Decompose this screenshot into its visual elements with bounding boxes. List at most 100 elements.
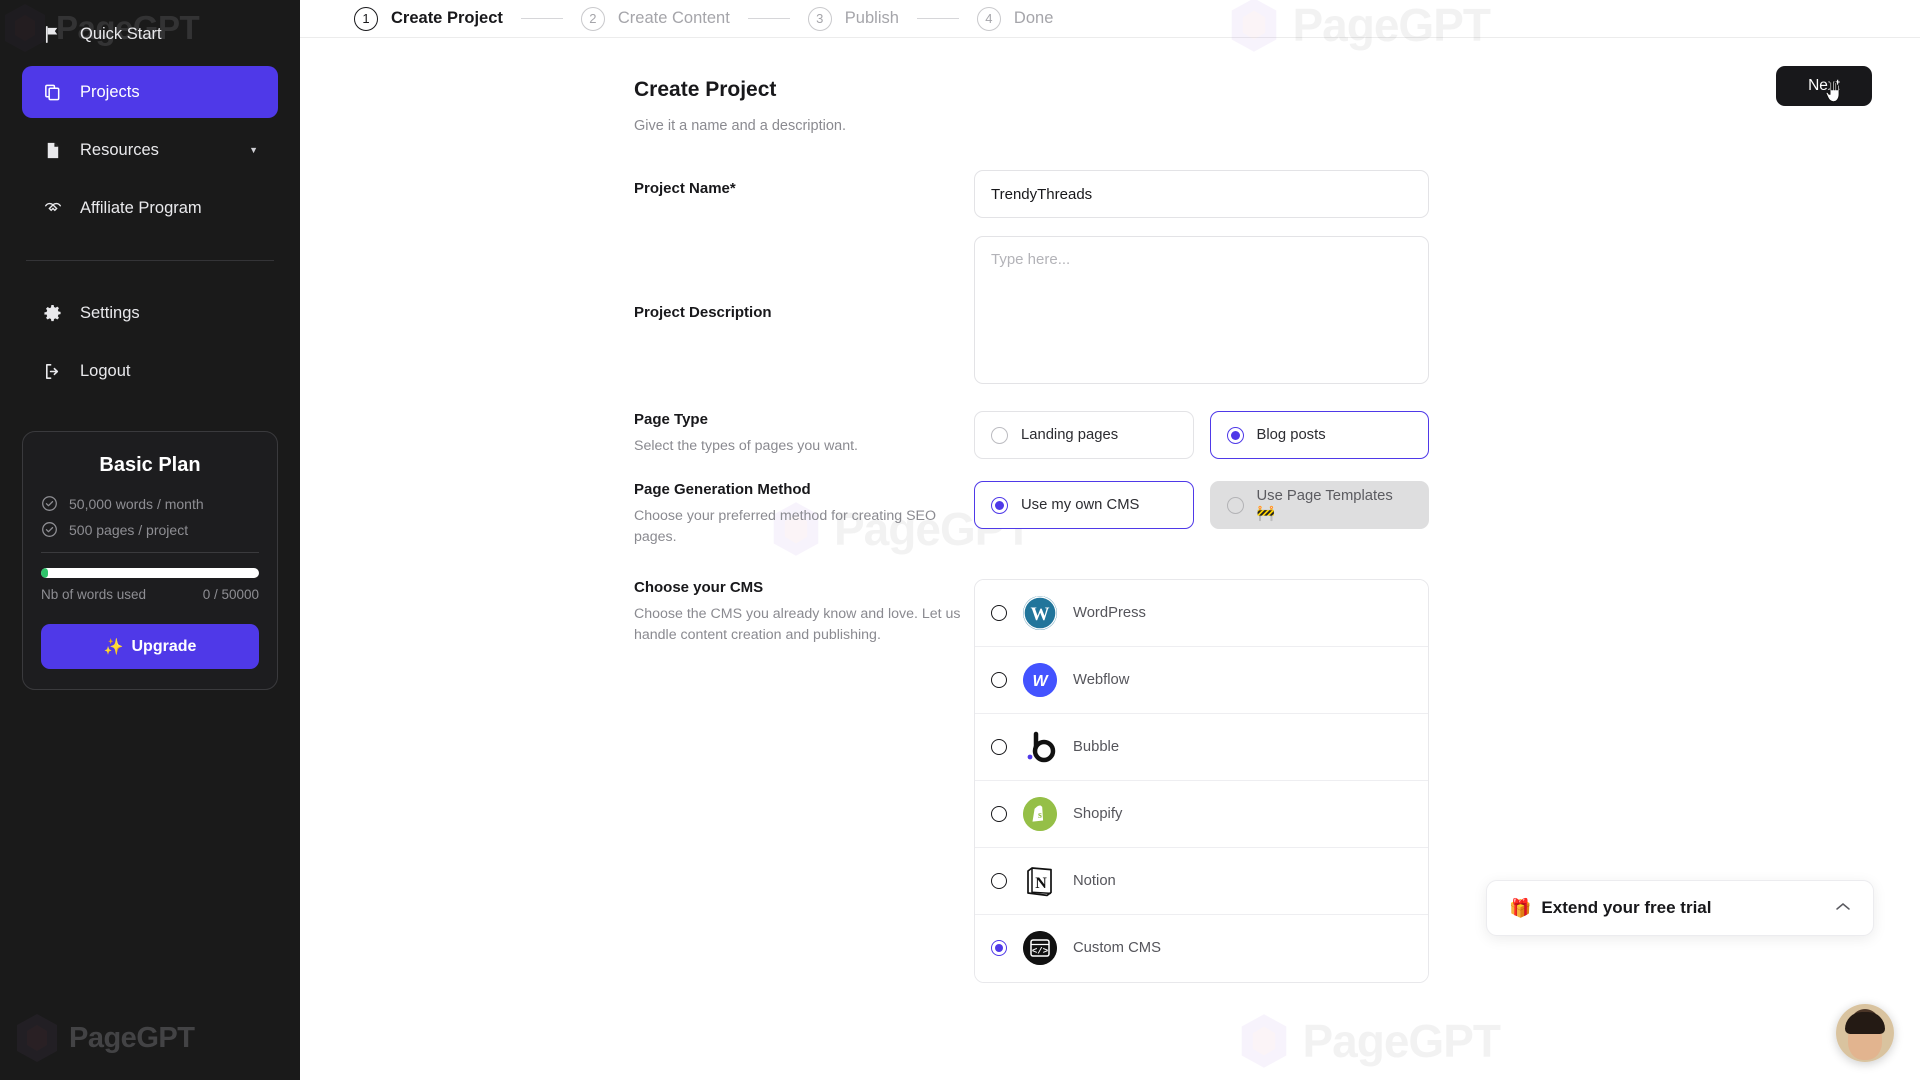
- step-done[interactable]: 4 Done: [976, 6, 1054, 31]
- main-content: PageGPT PageGPT PageGPT 1 Create Project: [300, 0, 1920, 1080]
- sidebar-item-label: Quick Start: [80, 24, 162, 43]
- field-label-block: Page Type Select the types of pages you …: [634, 411, 974, 457]
- chevron-up-icon[interactable]: [1835, 899, 1851, 917]
- cms-option-label: Shopify: [1073, 805, 1123, 822]
- cms-option-custom-cms[interactable]: </> Custom CMS: [975, 914, 1428, 982]
- page-type-option-landing-pages[interactable]: Landing pages: [974, 411, 1194, 459]
- plan-title: Basic Plan: [99, 454, 201, 476]
- step-connector: [520, 18, 563, 19]
- step-publish[interactable]: 3 Publish: [807, 6, 899, 31]
- radio-icon-selected[interactable]: [1226, 426, 1244, 444]
- sidebar-item-label: Resources: [80, 140, 159, 159]
- cms-option-notion[interactable]: N Notion: [975, 847, 1428, 915]
- field-control: Landing pages Blog posts: [974, 411, 1429, 459]
- cms-option-label: WordPress: [1073, 604, 1146, 621]
- cms-option-shopify[interactable]: s Shopify: [975, 780, 1428, 848]
- step-number: 2: [580, 6, 605, 31]
- sidebar-item-logout[interactable]: Logout: [22, 345, 278, 397]
- next-button[interactable]: Next: [1776, 66, 1872, 106]
- wordpress-logo-icon: W: [1023, 595, 1057, 630]
- words-usage-row: Nb of words used 0 / 50000: [41, 587, 259, 602]
- generation-method-description: Choose your preferred method for creatin…: [634, 508, 937, 546]
- plan-feature-label: 50,000 words / month: [69, 495, 204, 512]
- option-label: Landing pages: [1021, 427, 1119, 443]
- cms-option-wordpress[interactable]: W WordPress: [975, 579, 1428, 647]
- sidebar-nav: Quick Start Projects Resources ▼ Affilia…: [22, 8, 278, 397]
- sidebar: PageGPT Quick Start Projects Resources ▼…: [0, 0, 300, 1080]
- step-create-content[interactable]: 2 Create Content: [580, 6, 730, 31]
- step-connector: [916, 18, 959, 19]
- radio-icon[interactable]: [991, 805, 1007, 822]
- step-number: 3: [807, 6, 832, 31]
- field-control: Use my own CMS Use Page Templates 🚧: [974, 481, 1429, 529]
- page-subtitle: Give it a name and a description.: [634, 118, 846, 134]
- radio-icon-selected[interactable]: [991, 940, 1007, 957]
- field-label-block: Project Name*: [634, 170, 974, 197]
- notion-logo-icon: N: [1023, 864, 1057, 898]
- webflow-logo-icon: W: [1023, 662, 1057, 697]
- radio-icon[interactable]: [991, 872, 1007, 889]
- sidebar-item-label: Settings: [80, 303, 140, 322]
- choose-cms-label: Choose your CMS: [634, 578, 764, 596]
- cms-option-list: W WordPress W Webflow Bubble s Shopify N…: [974, 578, 1429, 983]
- step-label: Create Content: [617, 9, 730, 27]
- watermark-text: PageGPT: [1302, 1015, 1501, 1067]
- field-row-project-description: Project Description: [634, 236, 1920, 389]
- project-name-input[interactable]: [974, 170, 1429, 218]
- sidebar-item-projects[interactable]: Projects: [22, 66, 278, 118]
- sidebar-item-resources[interactable]: Resources ▼: [22, 124, 278, 176]
- svg-text:W: W: [1031, 604, 1050, 625]
- page-type-option-blog-posts[interactable]: Blog posts: [1209, 411, 1429, 459]
- page-type-label: Page Type: [634, 411, 708, 428]
- plan-feature-label: 500 pages / project: [69, 521, 189, 538]
- plan-feature: 50,000 words / month: [41, 495, 259, 512]
- step-number: 1: [354, 6, 378, 31]
- gift-icon: 🎁: [1509, 897, 1532, 918]
- radio-icon-selected[interactable]: [991, 496, 1008, 514]
- generation-method-option-own-cms[interactable]: Use my own CMS: [974, 481, 1194, 529]
- support-chat-avatar[interactable]: [1836, 1004, 1894, 1062]
- radio-icon[interactable]: [991, 426, 1008, 444]
- field-row-project-name: Project Name*: [634, 170, 1920, 218]
- chevron-down-icon[interactable]: ▼: [249, 145, 258, 155]
- handshake-icon: [42, 198, 63, 219]
- wizard-stepper: 1 Create Project 2 Create Content 3 Publ…: [300, 0, 1920, 38]
- generation-method-label: Page Generation Method: [634, 481, 811, 498]
- field-label-block: Choose your CMS Choose the CMS you alrea…: [634, 579, 974, 647]
- plan-separator: [41, 552, 259, 553]
- extend-free-trial-label: Extend your free trial: [1541, 898, 1712, 917]
- cms-option-label: Webflow: [1073, 671, 1130, 688]
- field-label-block: Project Description: [634, 304, 974, 321]
- watermark-bottom-right: PageGPT: [1238, 1012, 1501, 1070]
- sidebar-item-label: Logout: [80, 361, 131, 380]
- radio-icon[interactable]: [991, 604, 1007, 621]
- custom-cms-logo-icon: </>: [1023, 931, 1057, 966]
- extend-free-trial-widget[interactable]: 🎁 Extend your free trial: [1486, 880, 1874, 936]
- check-circle-icon: [42, 522, 57, 537]
- svg-text:W: W: [1032, 673, 1049, 690]
- sidebar-item-quick-start[interactable]: Quick Start: [22, 8, 278, 60]
- sidebar-item-affiliate-program[interactable]: Affiliate Program: [22, 182, 278, 234]
- step-label: Done: [1013, 9, 1054, 27]
- cms-option-bubble[interactable]: Bubble: [975, 713, 1428, 781]
- cms-option-label: Bubble: [1073, 738, 1120, 755]
- logout-icon: [42, 361, 63, 382]
- cms-option-label: Custom CMS: [1073, 940, 1161, 957]
- cms-option-webflow[interactable]: W Webflow: [975, 646, 1428, 714]
- create-project-form: Project Name* Project Description Page T…: [300, 170, 1920, 983]
- step-create-project[interactable]: 1 Create Project: [354, 6, 503, 31]
- app-root: PageGPT Quick Start Projects Resources ▼…: [0, 0, 1920, 1080]
- radio-icon[interactable]: [991, 671, 1007, 688]
- flag-icon: [42, 24, 63, 45]
- hexagon-logo-icon: [17, 1014, 57, 1062]
- project-description-label: Project Description: [634, 304, 772, 321]
- sidebar-item-settings[interactable]: Settings: [22, 287, 278, 339]
- upgrade-button[interactable]: ✨ Upgrade: [41, 624, 259, 669]
- gear-icon: [42, 303, 63, 324]
- option-label: Blog posts: [1256, 427, 1326, 443]
- project-description-textarea[interactable]: [974, 236, 1429, 384]
- field-row-generation-method: Page Generation Method Choose your prefe…: [634, 481, 1920, 549]
- radio-icon[interactable]: [991, 738, 1007, 755]
- radio-icon-disabled: [1226, 496, 1244, 514]
- choose-cms-description: Choose the CMS you already know and love…: [634, 605, 961, 643]
